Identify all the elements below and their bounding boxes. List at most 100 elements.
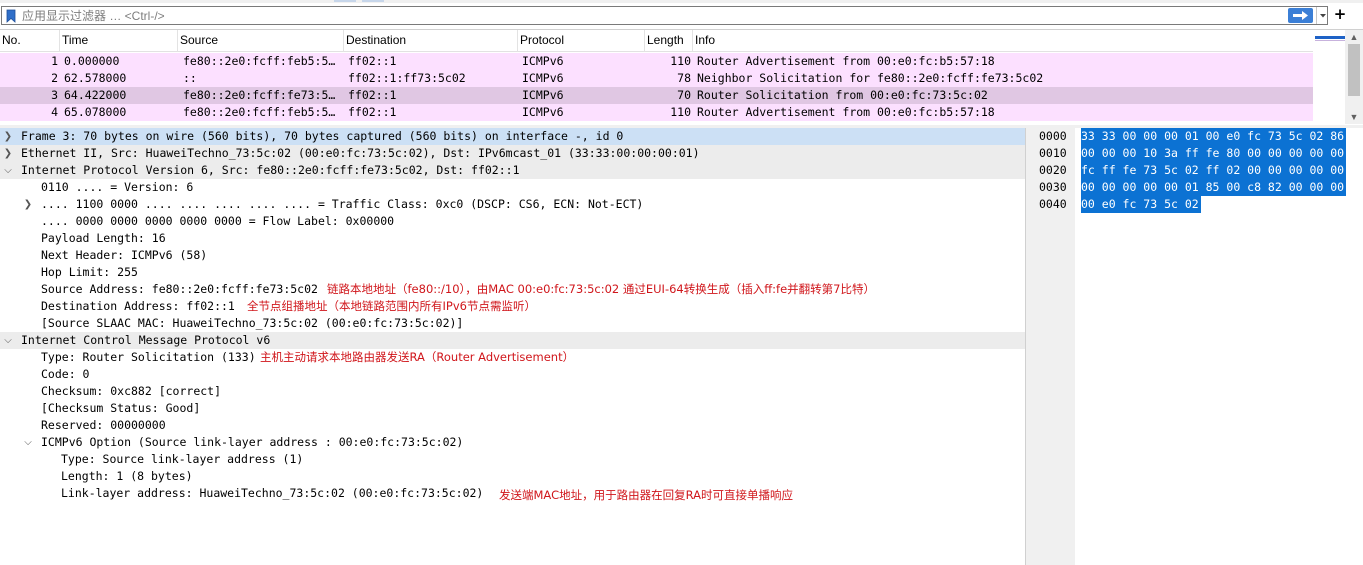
apply-filter-button[interactable] <box>1288 8 1313 23</box>
packet-length: 110 <box>670 54 691 68</box>
column-header-source[interactable]: Source <box>178 30 344 52</box>
column-header-no[interactable]: No. <box>0 30 60 52</box>
tree-item-version[interactable]: 0110 .... = Version: 6 <box>0 179 1025 196</box>
hex-bytes[interactable]: 00 00 00 00 00 01 85 00 c8 82 00 00 00 <box>1081 179 1347 196</box>
tree-item-next-header[interactable]: Next Header: ICMPv6 (58) <box>0 247 1025 264</box>
packet-destination: ff02::1:ff73:5c02 <box>348 71 466 85</box>
packet-destination: ff02::1 <box>348 88 397 102</box>
tree-item-destination-address[interactable]: Destination Address: ff02::1 全节点组播地址（本地链… <box>0 298 1025 315</box>
packet-protocol: ICMPv6 <box>522 71 564 85</box>
packet-destination: ff02::1 <box>348 54 397 68</box>
tree-label: Type: Router Solicitation (133) <box>41 350 256 364</box>
hex-bytes[interactable]: 00 00 00 10 3a ff fe 80 00 00 00 00 00 <box>1081 145 1347 162</box>
packet-no: 1 <box>51 54 58 68</box>
toolbar-button-edge[interactable] <box>362 0 384 2</box>
byte-offset: 0000 <box>1039 129 1067 143</box>
tree-item-icmpv6[interactable]: ⌵ Internet Control Message Protocol v6 <box>0 332 1025 349</box>
packet-row[interactable]: 2 62.578000 :: ff02::1:ff73:5c02 ICMPv6 … <box>0 70 1313 87</box>
tree-item-flow-label[interactable]: .... 0000 0000 0000 0000 0000 = Flow Lab… <box>0 213 1025 230</box>
scroll-down-icon[interactable]: ▼ <box>1349 112 1359 122</box>
toolbar-strip <box>0 0 1363 3</box>
column-header-destination[interactable]: Destination <box>344 30 518 52</box>
tree-item-icmp-option[interactable]: ⌵ ICMPv6 Option (Source link-layer addre… <box>0 434 1025 451</box>
column-header-info[interactable]: Info <box>693 30 1313 52</box>
hex-bytes[interactable]: 33 33 00 00 00 01 00 e0 fc 73 5c 02 86 <box>1081 128 1347 145</box>
pane-splitter-vertical[interactable] <box>1025 128 1032 565</box>
packet-list-scrollbar[interactable]: ▲ ▼ <box>1345 30 1363 124</box>
tree-label: Link-layer address: HuaweiTechno_73:5c:0… <box>61 486 484 500</box>
scrollbar-thumb[interactable] <box>1348 44 1360 96</box>
source-address-annotation: 链路本地地址（fe80::/10），由MAC 00:e0:fc:73:5c:02… <box>327 282 875 296</box>
packet-bytes-pane: 0000 33 33 00 00 00 01 00 e0 fc 73 5c 02… <box>1032 128 1363 565</box>
filter-history-dropdown[interactable] <box>1316 7 1328 24</box>
tree-label: [Checksum Status: Good] <box>41 401 201 415</box>
tree-item-ethernet[interactable]: ❯ Ethernet II, Src: HuaweiTechno_73:5c:0… <box>0 145 1025 162</box>
packet-source: :: <box>183 71 197 85</box>
tree-item-hop-limit[interactable]: Hop Limit: 255 <box>0 264 1025 281</box>
packet-length: 78 <box>677 71 691 85</box>
tree-item-icmp-type[interactable]: Type: Router Solicitation (133) 主机主动请求本地… <box>0 349 1025 366</box>
tree-label: Internet Protocol Version 6, Src: fe80::… <box>21 163 520 177</box>
chevron-right-icon[interactable]: ❯ <box>2 128 14 145</box>
packet-info: Router Advertisement from 00:e0:fc:b5:57… <box>697 54 995 68</box>
add-filter-button[interactable]: + <box>1331 5 1349 23</box>
column-header-length[interactable]: Length <box>645 30 693 52</box>
tree-item-slaac-mac[interactable]: [Source SLAAC MAC: HuaweiTechno_73:5c:02… <box>0 315 1025 332</box>
packet-info: Router Solicitation from 00:e0:fc:73:5c:… <box>697 88 988 102</box>
toolbar-button-edge[interactable] <box>334 0 356 2</box>
packet-length: 110 <box>670 105 691 119</box>
bytes-row[interactable]: 0040 00 e0 fc 73 5c 02 <box>1032 196 1363 213</box>
tree-item-traffic-class[interactable]: ❯ .... 1100 0000 .... .... .... .... ...… <box>0 196 1025 213</box>
tree-item-payload-length[interactable]: Payload Length: 16 <box>0 230 1025 247</box>
tree-item-option-type[interactable]: Type: Source link-layer address (1) <box>0 451 1025 468</box>
tree-item-checksum-status[interactable]: [Checksum Status: Good] <box>0 400 1025 417</box>
tree-item-reserved[interactable]: Reserved: 00000000 <box>0 417 1025 434</box>
packet-time: 64.422000 <box>64 88 127 102</box>
packet-no: 2 <box>51 71 58 85</box>
tree-label: Next Header: ICMPv6 (58) <box>41 248 208 262</box>
hex-bytes[interactable]: 00 e0 fc 73 5c 02 <box>1081 196 1201 213</box>
chevron-down-icon[interactable]: ⌵ <box>2 332 14 349</box>
tree-item-code[interactable]: Code: 0 <box>0 366 1025 383</box>
minimap-background <box>1315 40 1345 122</box>
tree-label: Length: 1 (8 bytes) <box>61 469 193 483</box>
column-header-protocol[interactable]: Protocol <box>518 30 645 52</box>
filter-box <box>1 6 1328 25</box>
tree-label: Destination Address: ff02::1 <box>41 299 235 313</box>
scroll-up-icon[interactable]: ▲ <box>1349 32 1359 42</box>
hex-bytes[interactable]: fc ff fe 73 5c 02 ff 02 00 00 00 00 00 <box>1081 162 1347 179</box>
column-header-time[interactable]: Time <box>60 30 178 52</box>
packet-row-selected[interactable]: 3 64.422000 fe80::2e0:fcff:fe73:5… ff02:… <box>0 87 1313 104</box>
packet-info: Router Advertisement from 00:e0:fc:b5:57… <box>697 105 995 119</box>
bytes-row[interactable]: 0010 00 00 00 10 3a ff fe 80 00 00 00 00… <box>1032 145 1363 162</box>
tree-item-ipv6[interactable]: ⌵ Internet Protocol Version 6, Src: fe80… <box>0 162 1025 179</box>
display-filter-input[interactable] <box>22 7 1282 24</box>
packet-row[interactable]: 1 0.000000 fe80::2e0:fcff:feb5:5… ff02::… <box>0 53 1313 70</box>
chevron-right-icon[interactable]: ❯ <box>2 145 14 162</box>
packet-protocol: ICMPv6 <box>522 54 564 68</box>
bytes-row[interactable]: 0000 33 33 00 00 00 01 00 e0 fc 73 5c 02… <box>1032 128 1363 145</box>
tree-label: Frame 3: 70 bytes on wire (560 bits), 70… <box>21 129 624 143</box>
packet-time: 62.578000 <box>64 71 127 85</box>
tree-label: ICMPv6 Option (Source link-layer address… <box>41 435 464 449</box>
chevron-down-icon[interactable]: ⌵ <box>22 434 34 451</box>
tree-item-frame[interactable]: ❯ Frame 3: 70 bytes on wire (560 bits), … <box>0 128 1025 145</box>
chevron-right-icon[interactable]: ❯ <box>22 196 34 213</box>
tree-item-checksum[interactable]: Checksum: 0xc882 [correct] <box>0 383 1025 400</box>
packet-details-tree: ❯ Frame 3: 70 bytes on wire (560 bits), … <box>0 128 1025 565</box>
tree-label: Ethernet II, Src: HuaweiTechno_73:5c:02 … <box>21 146 700 160</box>
bytes-row[interactable]: 0020 fc ff fe 73 5c 02 ff 02 00 00 00 00… <box>1032 162 1363 179</box>
bookmark-icon[interactable] <box>4 9 18 23</box>
packet-no: 3 <box>51 88 58 102</box>
packet-list: No. Time Source Destination Protocol Len… <box>0 29 1363 124</box>
tree-item-source-address[interactable]: Source Address: fe80::2e0:fcff:fe73:5c02… <box>0 281 1025 298</box>
packet-info: Neighbor Solicitation for fe80::2e0:fcff… <box>697 71 1044 85</box>
tree-label: Code: 0 <box>41 367 90 381</box>
packet-row[interactable]: 4 65.078000 fe80::2e0:fcff:feb5:5… ff02:… <box>0 104 1313 121</box>
tree-item-link-layer-address[interactable]: Link-layer address: HuaweiTechno_73:5c:0… <box>0 485 1025 502</box>
packet-source: fe80::2e0:fcff:feb5:5… <box>183 54 336 68</box>
tree-item-option-length[interactable]: Length: 1 (8 bytes) <box>0 468 1025 485</box>
chevron-down-icon[interactable]: ⌵ <box>2 162 14 179</box>
packet-minimap[interactable] <box>1313 30 1345 124</box>
bytes-row[interactable]: 0030 00 00 00 00 00 01 85 00 c8 82 00 00… <box>1032 179 1363 196</box>
